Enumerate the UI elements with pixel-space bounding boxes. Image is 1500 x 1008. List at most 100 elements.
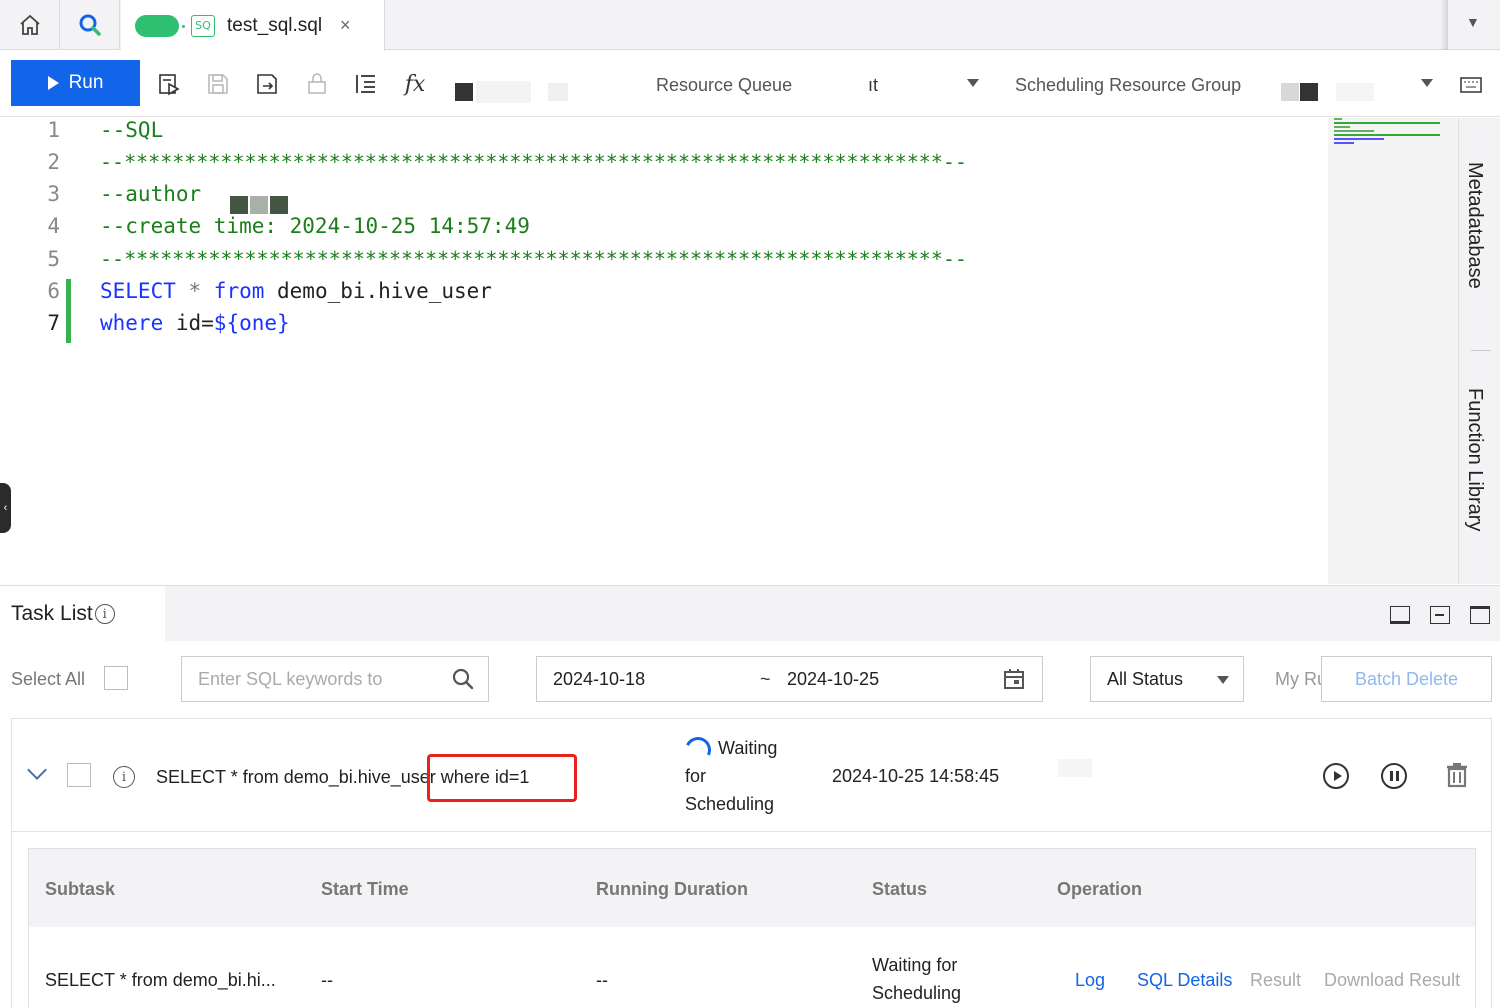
pause-circle-icon[interactable] [1381, 763, 1407, 789]
subtask-duration: -- [596, 970, 608, 990]
play-circle-icon[interactable] [1323, 763, 1349, 789]
run-button[interactable]: Run [11, 60, 140, 106]
code-text: --SQL [100, 118, 164, 142]
column-header: Operation [1057, 879, 1143, 899]
redacted-block [476, 81, 531, 103]
lock-icon[interactable] [304, 71, 330, 97]
subtask-table: Subtask Start Time Running Duration Stat… [11, 832, 1492, 1008]
function-library-tab[interactable]: Function Library [1463, 388, 1486, 531]
right-side-panel: Metadatabase Function Library [1458, 118, 1500, 584]
collapse-left-panel-icon[interactable]: ‹ [0, 483, 11, 533]
tab-search[interactable] [60, 0, 120, 50]
sql-details-link[interactable]: SQL Details [1137, 970, 1232, 991]
code-line: 6 SELECT * from demo_bi.hive_user [0, 279, 1328, 311]
subtask-row: SELECT * from demo_bi.hi... -- -- Waitin… [28, 927, 1476, 1008]
line-number: 4 [47, 214, 60, 238]
task-status-line2: for [685, 766, 707, 786]
column-header: Status [872, 879, 928, 899]
download-result-link[interactable]: Download Result [1324, 970, 1460, 991]
redacted-block [548, 83, 568, 101]
tab-more-dropdown-icon[interactable]: ▼ [1466, 14, 1480, 30]
task-row: i SELECT * from demo_bi.hive_user where … [11, 718, 1492, 832]
redacted-block [250, 196, 268, 214]
subtask-status-line1: Waiting for [872, 955, 958, 975]
tab-overflow-shadow [1440, 0, 1448, 50]
redacted-block [1281, 83, 1299, 101]
code-line: 3 --author [0, 182, 1328, 214]
metadatabase-tab[interactable]: Metadatabase [1463, 162, 1486, 289]
date-range-picker[interactable]: 2024-10-18 ~ 2024-10-25 [536, 656, 1043, 702]
column-header: Subtask [45, 879, 116, 899]
chevron-down-icon[interactable] [27, 760, 47, 780]
select-all-checkbox[interactable] [104, 666, 128, 690]
task-checkbox[interactable] [67, 763, 91, 787]
subtask-table-header: Subtask Start Time Running Duration Stat… [28, 848, 1476, 928]
redacted-block [1336, 83, 1374, 101]
task-time: 2024-10-25 14:58:45 [832, 766, 1000, 786]
tab-bar: SQ test_sql.sql × ▼ [0, 0, 1500, 51]
line-number: 6 [47, 279, 60, 303]
date-to[interactable]: 2024-10-25 [787, 669, 879, 690]
line-number: 2 [47, 150, 60, 174]
code-text: SELECT * from demo_bi.hive_user [100, 279, 492, 303]
line-number: 5 [47, 247, 60, 271]
date-separator: ~ [760, 668, 771, 689]
code-line: 7 where id=${one} [0, 311, 1328, 343]
task-list-header: Task List i [0, 585, 1500, 642]
code-text: where id=${one} [100, 311, 290, 335]
search-icon[interactable] [452, 668, 474, 690]
calendar-icon[interactable] [1002, 667, 1026, 691]
modified-line-marker [66, 311, 71, 343]
subtask-start-time: -- [321, 970, 333, 990]
function-icon[interactable]: fx [402, 71, 428, 97]
batch-delete-button[interactable]: Batch Delete [1321, 656, 1492, 702]
play-icon [47, 76, 59, 90]
status-select[interactable]: All Status [1090, 656, 1244, 702]
resource-queue-dropdown-icon[interactable] [967, 79, 979, 87]
sql-search-input[interactable]: Enter SQL keywords to [181, 656, 489, 702]
home-icon [19, 14, 40, 35]
tab-test-sql[interactable]: SQ test_sql.sql × [121, 0, 385, 51]
task-status-line1: Waiting [718, 738, 778, 758]
resource-queue-value[interactable]: ıt [868, 75, 878, 96]
tab-title: test_sql.sql [227, 14, 323, 36]
info-icon[interactable]: i [113, 766, 135, 788]
editor-toolbar: Run fx Resource Queue ıt Scheduling Reso… [0, 51, 1500, 117]
trash-icon[interactable] [1445, 762, 1469, 788]
info-icon[interactable]: i [94, 604, 115, 624]
run-selected-icon[interactable] [156, 71, 182, 97]
task-filter-bar: Select All Enter SQL keywords to 2024-10… [0, 642, 1500, 718]
code-minimap[interactable] [1328, 118, 1458, 584]
sql-file-icon: SQ [191, 14, 215, 37]
sql-editor[interactable]: 1 --SQL 2 --****************************… [0, 118, 1328, 584]
tab-home[interactable] [0, 0, 60, 50]
keyboard-icon[interactable] [1458, 72, 1484, 98]
line-number: 3 [47, 182, 60, 206]
select-all-label: Select All [11, 669, 86, 689]
my-runs-filter[interactable]: My Ru [1275, 669, 1321, 690]
code-line: 2 --************************************… [0, 150, 1328, 182]
scheduling-group-label: Scheduling Resource Group [1015, 75, 1242, 95]
redacted-block [455, 83, 473, 101]
date-from[interactable]: 2024-10-18 [553, 669, 645, 690]
side-divider [1471, 350, 1491, 351]
save-as-icon[interactable] [254, 71, 280, 97]
format-icon[interactable] [353, 71, 379, 97]
subtask-status-line2: Scheduling [872, 983, 962, 1003]
line-number: 7 [47, 311, 60, 335]
task-list-title: Task List i [0, 586, 165, 642]
code-text: --**************************************… [100, 150, 967, 174]
scheduling-group-dropdown-icon[interactable] [1421, 79, 1433, 87]
minimize-panel-icon[interactable] [1390, 606, 1410, 624]
search-icon [79, 14, 101, 36]
close-icon[interactable]: × [340, 15, 351, 36]
maximize-panel-icon[interactable] [1470, 606, 1490, 624]
code-text: --**************************************… [100, 247, 967, 271]
result-link[interactable]: Result [1250, 970, 1301, 991]
restore-panel-icon[interactable] [1430, 606, 1450, 624]
log-link[interactable]: Log [1075, 970, 1105, 991]
redacted-block [270, 196, 288, 214]
code-line: 4 --create time: 2024-10-25 14:57:49 [0, 214, 1328, 246]
chevron-down-icon [1217, 676, 1229, 684]
save-icon[interactable] [205, 71, 231, 97]
